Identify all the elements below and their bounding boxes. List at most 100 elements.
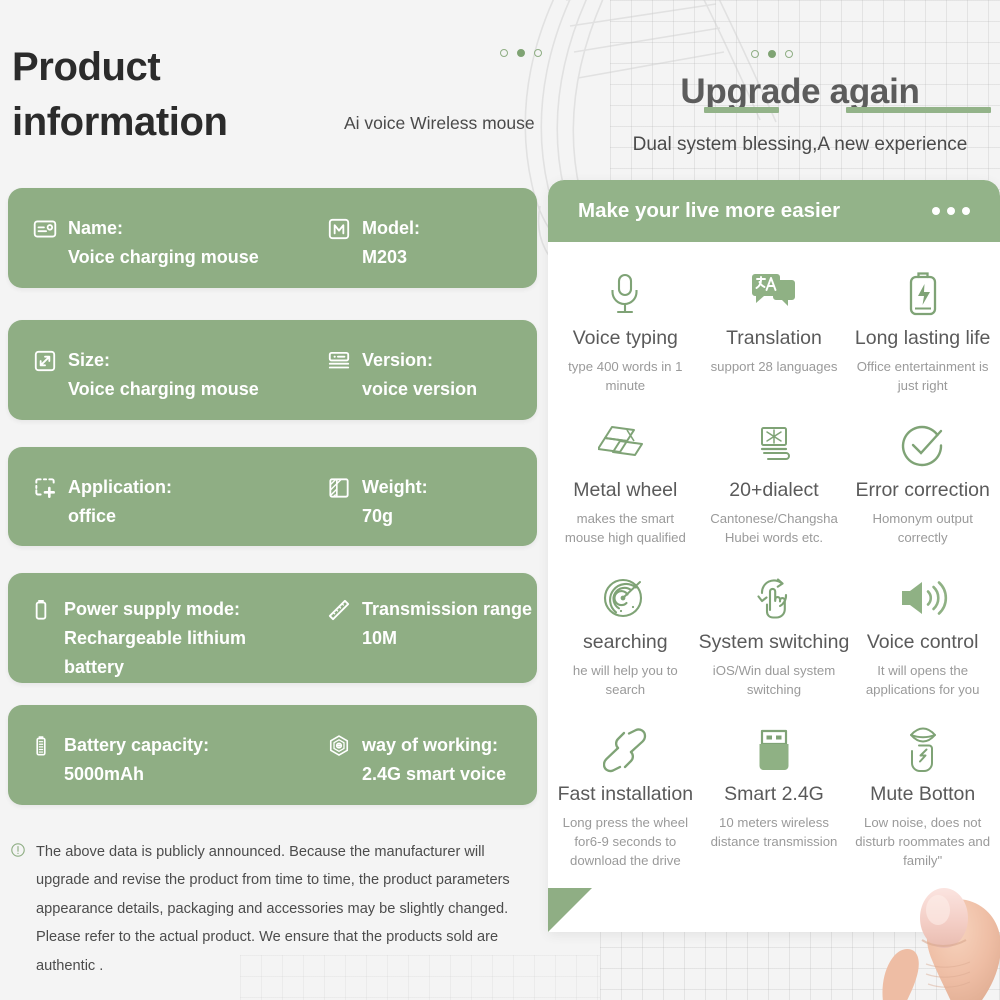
spec-value: office (68, 506, 117, 527)
spec-text: Name: Voice charging mouse (68, 214, 259, 272)
feature-desc: Homonym output correctly (872, 511, 973, 546)
feature-panel-title: Make your live more easier (578, 199, 841, 222)
battery-icon (28, 597, 54, 623)
spec-value: 10M (362, 628, 398, 649)
spec-value: 5000mAh (64, 764, 145, 785)
spec-card: Battery capacity: 5000mAh way of working… (8, 705, 537, 805)
feature-desc: makes the smart mouse high qualified (564, 511, 686, 546)
resize-icon (32, 348, 58, 374)
battery-level-icon (28, 733, 54, 759)
battery-charge-icon (853, 268, 992, 320)
spec-text: Transmission range 10M (362, 595, 532, 653)
feature-item: System switching iOS/Win dual system swi… (697, 562, 852, 714)
feature-title: Translation (726, 327, 822, 349)
feature-title: System switching (698, 630, 850, 653)
id-card-icon (32, 216, 58, 242)
spec-entry: way of working: 2.4G smart voice (326, 731, 506, 789)
spec-label: way of working: (362, 735, 499, 755)
spec-entry: Transmission range 10M (326, 595, 532, 653)
spec-text: Application: office (68, 473, 172, 531)
decor-dots-right (751, 50, 793, 58)
exclamation-circle-icon (10, 842, 26, 980)
spec-label: Battery capacity: (64, 735, 210, 755)
spec-value: 70g (362, 506, 394, 527)
check-circle-icon (853, 420, 992, 472)
spec-card: Name: Voice charging mouse Model: M203 (8, 188, 537, 288)
microphone-icon (556, 268, 695, 320)
spec-entry: Power supply mode: Rechargeable lithium … (28, 595, 246, 682)
spec-label: Power supply mode: (64, 599, 241, 619)
feature-desc: type 400 words in 1 minute (568, 359, 683, 394)
spec-label: Size: (68, 350, 111, 370)
feature-title: Smart 2.4G (724, 782, 824, 805)
spec-value-line2: battery (64, 657, 125, 678)
mute-mouth-icon (853, 724, 992, 776)
spec-card: Application: office Weight: 70g (8, 447, 537, 546)
spec-text: Power supply mode: Rechargeable lithium … (64, 595, 246, 682)
dot (947, 207, 955, 215)
dot-hollow (534, 49, 542, 57)
spec-card: Power supply mode: Rechargeable lithium … (8, 573, 537, 683)
feature-desc: Long press the wheel for6-9 seconds to d… (562, 815, 689, 868)
usb-dongle-icon (699, 724, 850, 776)
spec-entry: Model: M203 (326, 214, 420, 272)
feature-title: Error correction (855, 478, 990, 501)
dot-filled (517, 49, 525, 57)
feature-desc: he will help you to search (572, 663, 678, 697)
right-title-text: Upgrade again (680, 72, 920, 111)
feature-title: Voice control (866, 630, 979, 653)
feature-desc: Office entertainment is just right (856, 359, 989, 394)
dialect-screen-icon (699, 420, 850, 472)
spec-value: Voice charging mouse (68, 379, 259, 400)
version-icon (326, 348, 352, 374)
spec-value: M203 (362, 247, 408, 268)
spec-text: Weight: 70g (362, 473, 428, 531)
feature-panel-header: Make your live more easier (548, 180, 1000, 242)
feature-title: Voice typing (572, 327, 678, 349)
right-subtitle: Dual system blessing,A new experience (632, 134, 968, 155)
feature-item: Voice control It will opens the applicat… (851, 562, 994, 714)
feature-desc: It will opens the applications for you (865, 663, 980, 697)
spec-entry: Name: Voice charging mouse (32, 214, 259, 272)
feature-title: Mute Botton (870, 782, 976, 805)
feature-desc: 10 meters wireless distance transmission (710, 815, 838, 849)
spec-label: Weight: (362, 477, 428, 497)
feature-item: searching he will help you to search (554, 562, 697, 714)
feature-item: Translation support 28 languages (697, 258, 852, 410)
spec-label: Transmission range (362, 599, 533, 619)
spec-value: 2.4G smart voice (362, 764, 507, 785)
feature-desc: Cantonese/Changsha Hubei words etc. (710, 511, 838, 546)
feature-desc: support 28 languages (710, 359, 838, 375)
disclaimer: The above data is publicly announced. Be… (10, 838, 540, 980)
spec-text: way of working: 2.4G smart voice (362, 731, 506, 789)
more-options-icon[interactable] (932, 207, 970, 215)
feature-grid: Voice typing type 400 words in 1 minute (548, 242, 1000, 884)
feature-desc: iOS/Win dual system switching (712, 663, 836, 697)
spec-text: Battery capacity: 5000mAh (64, 731, 209, 789)
feature-title: Long lasting life (854, 327, 991, 349)
feature-item: Mute Botton Low noise, does not disturb … (851, 714, 994, 885)
dot-hollow (500, 49, 508, 57)
spec-entry: Application: office (32, 473, 172, 531)
weight-icon (326, 475, 352, 501)
hexagon-chip-icon (326, 733, 352, 759)
switch-hand-icon (699, 572, 850, 624)
feature-title: searching (583, 630, 668, 653)
dot-filled (768, 50, 776, 58)
dot (932, 207, 940, 215)
translate-bubble-icon (699, 268, 850, 320)
decor-dots-left (500, 49, 542, 57)
title-underline-segment-1 (704, 107, 780, 113)
dot-hollow (785, 50, 793, 58)
spec-label: Version: (362, 350, 434, 370)
page-title: Product information (12, 45, 228, 145)
spec-value: Voice charging mouse (68, 247, 259, 268)
feature-title: Metal wheel (573, 478, 678, 501)
spec-text: Size: Voice charging mouse (68, 346, 259, 404)
spec-text: Model: M203 (362, 214, 420, 272)
ruler-icon (326, 597, 352, 623)
feature-item: Voice typing type 400 words in 1 minute (554, 258, 697, 410)
spec-entry: Weight: 70g (326, 473, 428, 531)
feature-item: Fast installation Long press the wheel f… (554, 714, 697, 885)
spec-entry: Version: voice version (326, 346, 477, 404)
